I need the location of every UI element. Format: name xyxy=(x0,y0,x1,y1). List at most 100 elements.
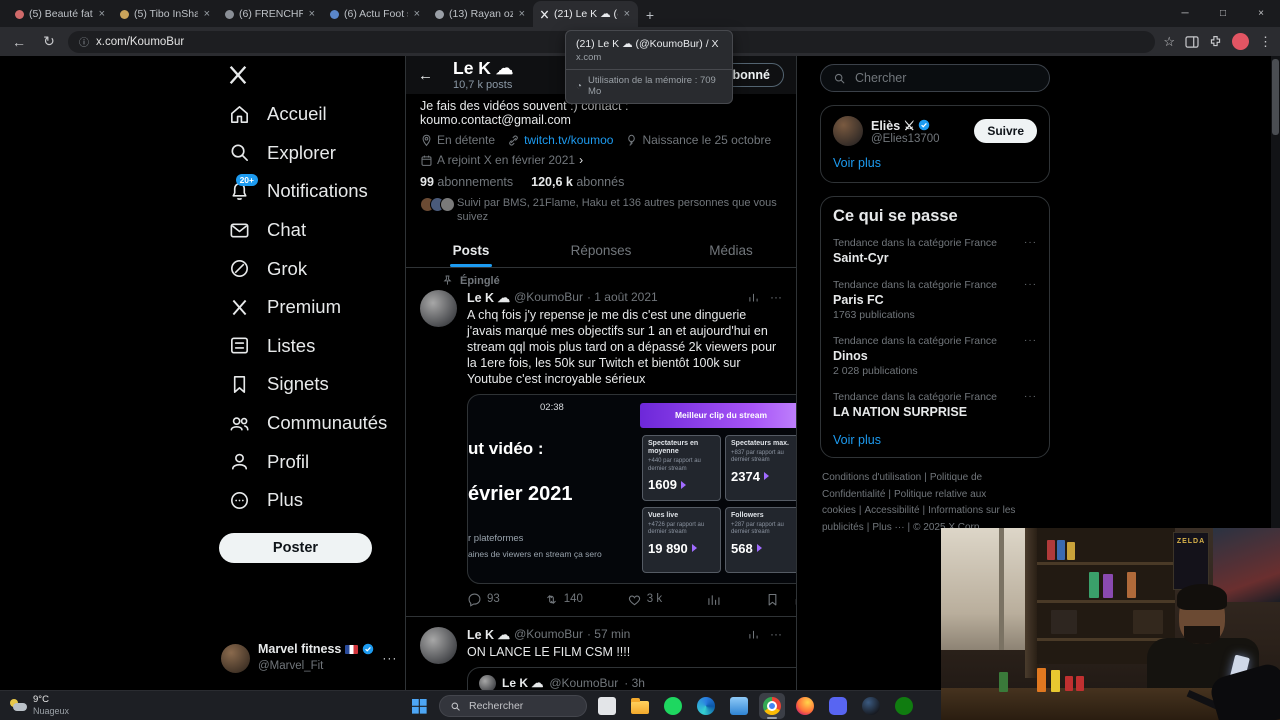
trend-item[interactable]: Tendance dans la catégorie France LA NAT… xyxy=(821,384,1049,426)
back-arrow-icon[interactable]: ← xyxy=(418,67,433,84)
site-info-icon[interactable]: ⓘ xyxy=(79,34,89,49)
taskbar-app-firefox[interactable] xyxy=(792,693,818,719)
footer-more-icon[interactable]: ··· xyxy=(895,522,905,533)
browser-tab-2[interactable]: (5) Tibo InShape × xyxy=(113,1,218,27)
tab-media[interactable]: Médias xyxy=(666,233,796,267)
minimize-icon[interactable]: ─ xyxy=(1166,0,1204,27)
sidebar-item-notifications[interactable]: 20+ Notifications xyxy=(218,172,402,211)
repost-button[interactable]: 140 xyxy=(544,592,583,607)
trend-item[interactable]: Tendance dans la catégorie France Paris … xyxy=(821,272,1049,328)
views-button[interactable] xyxy=(706,592,721,607)
taskbar-app-notes[interactable] xyxy=(594,693,620,719)
profile-joined[interactable]: A rejoint X en février 2021 › xyxy=(420,153,583,167)
taskbar-app-file-explorer[interactable] xyxy=(627,693,653,719)
footer-link[interactable]: Conditions d'utilisation xyxy=(822,472,921,483)
taskbar-app-xbox[interactable] xyxy=(891,693,917,719)
account-switcher[interactable]: Marvel fitness @Marvel_Fit ··· xyxy=(221,642,397,674)
reply-button[interactable]: 93 xyxy=(467,592,500,607)
back-icon[interactable]: ← xyxy=(8,34,30,50)
sidebar-item-home[interactable]: Accueil xyxy=(218,95,402,134)
new-tab-button[interactable]: + xyxy=(638,3,662,27)
footer-link[interactable]: Accessibilité xyxy=(865,505,920,516)
like-button[interactable]: 3 k xyxy=(627,592,662,607)
trend-more-icon[interactable]: ··· xyxy=(1024,391,1037,402)
taskbar-app-chrome[interactable] xyxy=(759,693,785,719)
trend-more-icon[interactable]: ··· xyxy=(1024,237,1037,248)
trend-more-icon[interactable]: ··· xyxy=(1024,279,1037,290)
sidebar-item-explore[interactable]: Explorer xyxy=(218,134,402,173)
taskbar-app-spotify[interactable] xyxy=(660,693,686,719)
profile-website-link[interactable]: twitch.tv/koumoo xyxy=(507,133,613,147)
start-button[interactable] xyxy=(406,693,432,719)
refresh-icon[interactable]: ↻ xyxy=(38,33,60,50)
post-analytics-icon[interactable] xyxy=(747,628,760,641)
post-media[interactable]: 02:38 ut vidéo : évrier 2021 r plateform… xyxy=(467,393,796,584)
suggestion-avatar[interactable] xyxy=(833,116,863,146)
suggestion-name[interactable]: Eliès ⚔ xyxy=(871,118,915,133)
browser-tab-1[interactable]: (5) Beauté fatale × xyxy=(8,1,113,27)
tab-close-icon[interactable]: × xyxy=(518,8,526,20)
sidebar-item-grok[interactable]: Grok xyxy=(218,249,402,288)
taskbar-app-edge[interactable] xyxy=(693,693,719,719)
trend-more-icon[interactable]: ··· xyxy=(1024,335,1037,346)
close-window-icon[interactable]: × xyxy=(1242,0,1280,27)
browser-tab-active[interactable]: (21) Le K ☁ (@ × xyxy=(533,1,638,27)
following-stat[interactable]: 99 abonnements xyxy=(420,175,513,189)
browser-tab-3[interactable]: (6) FRENCHRAP × xyxy=(218,1,323,27)
search-box[interactable] xyxy=(820,64,1050,92)
taskbar-app-steam[interactable] xyxy=(858,693,884,719)
tab-close-icon[interactable]: × xyxy=(413,8,421,20)
taskbar-search-input[interactable] xyxy=(469,700,569,712)
tab-close-icon[interactable]: × xyxy=(203,8,211,20)
search-input[interactable] xyxy=(855,71,1005,85)
x-logo-icon[interactable] xyxy=(227,64,402,91)
taskbar-app-discord[interactable] xyxy=(825,693,851,719)
post-analytics-icon[interactable] xyxy=(747,291,760,304)
see-more-trends-link[interactable]: Voir plus xyxy=(821,426,1049,455)
browser-tab-4[interactable]: (6) Actu Foot su × xyxy=(323,1,428,27)
second-post[interactable]: Le K ☁ @KoumoBur · 57 min ··· ON LANCE L… xyxy=(406,617,796,690)
browser-profile-avatar[interactable] xyxy=(1232,33,1249,50)
maximize-icon[interactable]: □ xyxy=(1204,0,1242,27)
sidebar-item-premium[interactable]: Premium xyxy=(218,288,402,327)
followers-stat[interactable]: 120,6 k abonnés xyxy=(531,175,624,189)
post-author-name[interactable]: Le K ☁ xyxy=(467,627,510,642)
browser-tab-5[interactable]: (13) Rayan oz su × xyxy=(428,1,533,27)
weather-widget[interactable]: 9°C Nuageux xyxy=(0,694,79,716)
post-author-avatar[interactable] xyxy=(420,626,457,664)
extensions-icon[interactable] xyxy=(1209,35,1222,48)
post-more-icon[interactable]: ··· xyxy=(770,627,782,641)
post-author-handle[interactable]: @KoumoBur xyxy=(514,290,583,304)
browser-menu-icon[interactable]: ⋮ xyxy=(1259,34,1272,50)
sidebar-item-profile[interactable]: Profil xyxy=(218,442,402,481)
bookmark-post-icon[interactable] xyxy=(765,592,780,607)
post-author-handle[interactable]: @KoumoBur xyxy=(514,627,583,641)
trend-item[interactable]: Tendance dans la catégorie France Saint-… xyxy=(821,230,1049,272)
post-author-name[interactable]: Le K ☁ xyxy=(467,290,510,305)
tab-close-icon[interactable]: × xyxy=(98,8,106,20)
pinned-post[interactable]: Épinglé Le K ☁ @KoumoBur · 1 août 2021 ·… xyxy=(406,268,796,607)
side-panel-icon[interactable] xyxy=(1185,35,1199,48)
account-more-icon[interactable]: ··· xyxy=(382,651,397,665)
follow-button[interactable]: Suivre xyxy=(974,119,1037,143)
bookmark-star-icon[interactable]: ☆ xyxy=(1163,34,1175,50)
scrollbar-thumb[interactable] xyxy=(1272,59,1279,135)
post-author-avatar[interactable] xyxy=(420,289,457,327)
sidebar-item-lists[interactable]: Listes xyxy=(218,327,402,366)
trend-item[interactable]: Tendance dans la catégorie France Dinos … xyxy=(821,328,1049,384)
tab-posts[interactable]: Posts xyxy=(406,233,536,267)
post-button[interactable]: Poster xyxy=(219,532,372,563)
sidebar-item-more[interactable]: Plus xyxy=(218,481,402,520)
taskbar-search[interactable] xyxy=(439,695,587,717)
see-more-link[interactable]: Voir plus xyxy=(833,156,1037,170)
sidebar-item-communities[interactable]: Communautés xyxy=(218,404,402,443)
post-more-icon[interactable]: ··· xyxy=(770,290,782,304)
sidebar-item-bookmarks[interactable]: Signets xyxy=(218,365,402,404)
taskbar-app-mail[interactable] xyxy=(726,693,752,719)
sidebar-item-chat[interactable]: Chat xyxy=(218,211,402,250)
tab-close-icon[interactable]: × xyxy=(308,8,316,20)
tab-close-icon[interactable]: × xyxy=(623,8,631,20)
share-icon[interactable] xyxy=(793,592,797,607)
tab-replies[interactable]: Réponses xyxy=(536,233,666,267)
footer-link[interactable]: Plus xyxy=(872,522,891,533)
